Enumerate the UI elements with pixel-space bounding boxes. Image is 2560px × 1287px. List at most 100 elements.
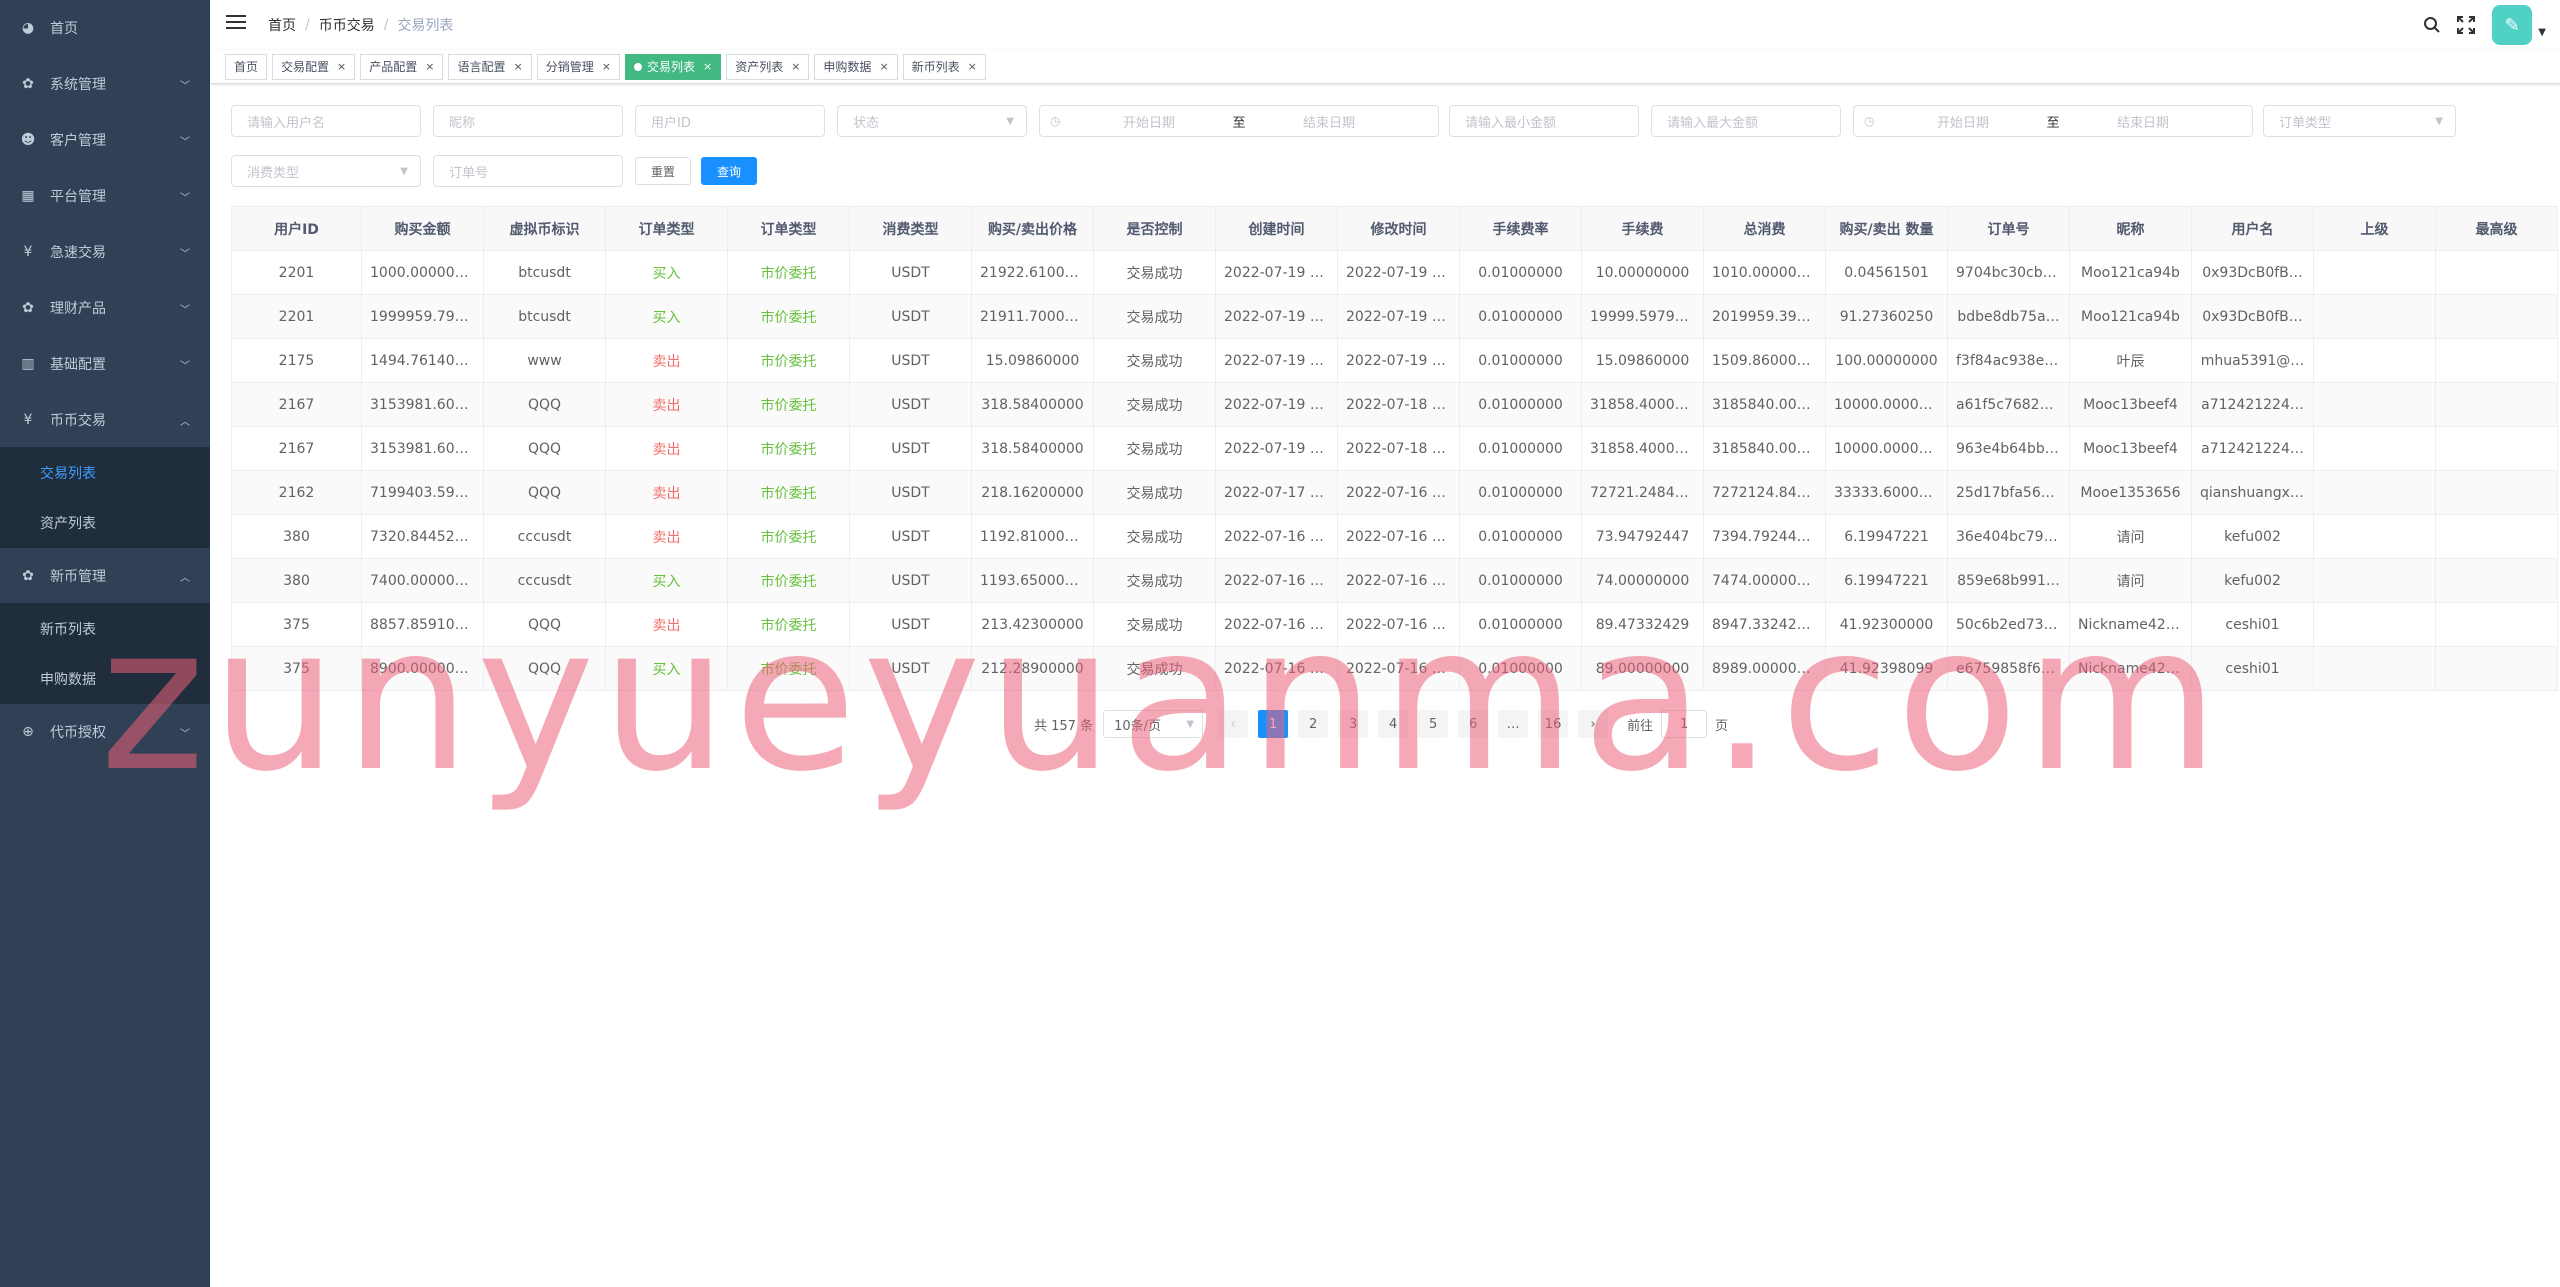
table-cell: 买入 xyxy=(605,646,728,691)
tag-3[interactable]: 语言配置 × xyxy=(448,54,532,80)
date-range-picker-2[interactable]: ◷ 开始日期 至 结束日期 xyxy=(1853,105,2253,137)
close-icon[interactable]: × xyxy=(337,55,346,79)
table-row[interactable]: 375 8857.85910471 QQQ 卖出 市价委托 USDT 213.4230000… xyxy=(231,602,2558,647)
table-row[interactable]: 2162 7199403.594… QQQ 卖出 市价委托 USDT 218.1620000… xyxy=(231,470,2558,515)
tag-8[interactable]: 新币列表 × xyxy=(902,54,986,80)
sidebar-item-3[interactable]: ▦ 平台管理 ﹀ xyxy=(0,168,210,224)
page-number-button[interactable]: 4 xyxy=(1378,710,1409,738)
table-row[interactable]: 380 7400.00000000 cccusdt 买入 市价委托 USDT 1193.65… xyxy=(231,558,2558,603)
table-cell: 2022-07-17 0… xyxy=(1215,470,1338,515)
tag-6[interactable]: 资产列表 × xyxy=(726,54,810,80)
tag-7[interactable]: 申购数据 × xyxy=(814,54,898,80)
search-button[interactable]: 查询 xyxy=(701,157,757,185)
avatar[interactable]: ✎ xyxy=(2492,5,2533,45)
chevron-up-icon: ︿ xyxy=(180,416,190,428)
submenu-item-new-coin-0[interactable]: 新币列表 xyxy=(0,604,210,654)
page-number-button[interactable]: 1 xyxy=(1258,710,1289,738)
submenu-item-coin-trade-0[interactable]: 交易列表 xyxy=(0,448,210,498)
submenu-item-coin-trade-1[interactable]: 资产列表 xyxy=(0,498,210,548)
hamburger-menu-icon[interactable] xyxy=(226,15,246,35)
sidebar-item-label: 基础配置 xyxy=(50,357,106,373)
table-row[interactable]: 375 8900.00000000 QQQ 买入 市价委托 USDT 212.2890000… xyxy=(231,646,2558,691)
table-cell: 0.01000000 xyxy=(1459,250,1582,295)
table-cell: 3185840.000… xyxy=(1703,426,1826,471)
search-icon[interactable] xyxy=(2420,13,2444,37)
page-size-select[interactable]: 10条/页 ▼ xyxy=(1103,710,1204,738)
page-number-button[interactable]: 2 xyxy=(1298,710,1329,738)
order-type-select[interactable]: 订单类型 ▼ xyxy=(2263,105,2456,137)
table-row[interactable]: 2167 3153981.600… QQQ 卖出 市价委托 USDT 318.5840000… xyxy=(231,382,2558,427)
close-icon[interactable]: × xyxy=(968,55,977,79)
table-cell: 0.01000000 xyxy=(1459,602,1582,647)
page-number-button[interactable]: 16 xyxy=(1538,710,1569,738)
tags-view: 首页 交易配置 × 产品配置 × 语言配置 × 分销管理 × 交易列表 × 资产列表 × 申购数据 × 新币列… xyxy=(210,50,2560,84)
sidebar-item-0[interactable]: ◕ 首页 xyxy=(0,0,210,56)
sidebar-item-5[interactable]: ✿ 理财产品 ﹀ xyxy=(0,280,210,336)
max-amount-input[interactable]: 请输入最大金额 xyxy=(1651,105,1841,137)
nickname-placeholder: 昵称 xyxy=(449,115,476,131)
table-cell xyxy=(2435,382,2558,427)
table-cell: 1193.65000000 xyxy=(971,558,1094,603)
close-icon[interactable]: × xyxy=(602,55,611,79)
userid-input[interactable]: 用户ID xyxy=(635,105,825,137)
prev-page-button[interactable]: ‹ xyxy=(1218,710,1249,738)
sidebar-item-4[interactable]: ¥ 急速交易 ﹀ xyxy=(0,224,210,280)
next-page-button[interactable]: › xyxy=(1578,710,1609,738)
breadcrumb-home[interactable]: 首页 xyxy=(268,15,296,35)
end-date[interactable]: 结束日期 xyxy=(2068,112,2218,131)
close-icon[interactable]: × xyxy=(514,55,523,79)
table-cell: 2162 xyxy=(231,470,362,515)
close-icon[interactable]: × xyxy=(879,55,888,79)
table-cell: 0.04561501 xyxy=(1825,250,1948,295)
min-amount-input[interactable]: 请输入最小金额 xyxy=(1449,105,1639,137)
table-cell: 50c6b2ed73f… xyxy=(1947,602,2070,647)
table-cell: Nickname4294 xyxy=(2069,646,2192,691)
consume-type-select[interactable]: 消费类型 ▼ xyxy=(231,155,421,187)
table-row[interactable]: 2175 1494.76140000 www 卖出 市价委托 USDT 15.0986000… xyxy=(231,338,2558,383)
chevron-down-icon[interactable]: ▼ xyxy=(2538,27,2546,38)
date-range-picker[interactable]: ◷ 开始日期 至 结束日期 xyxy=(1039,105,1439,137)
fullscreen-icon[interactable] xyxy=(2454,13,2478,37)
close-icon[interactable]: × xyxy=(425,55,434,79)
breadcrumb-current: 交易列表 xyxy=(397,18,454,34)
page-number-button[interactable]: 3 xyxy=(1338,710,1369,738)
goto-page-input[interactable]: 1 xyxy=(1661,710,1708,738)
table-row[interactable]: 2201 1000.00000000 btcusdt 买入 市价委托 USDT 21922.… xyxy=(231,250,2558,295)
sidebar-item-6[interactable]: ▥ 基础配置 ﹀ xyxy=(0,336,210,392)
sidebar-item-9[interactable]: ⊕ 代币授权 ﹀ xyxy=(0,704,210,760)
tag-4[interactable]: 分销管理 × xyxy=(536,54,620,80)
table-row[interactable]: 2201 1999959.796… btcusdt 买入 市价委托 USDT 21911.7… xyxy=(231,294,2558,339)
username-input[interactable]: 请输入用户名 xyxy=(231,105,421,137)
table-cell: 交易成功 xyxy=(1093,250,1216,295)
more-pages-icon[interactable]: … xyxy=(1498,710,1529,738)
tag-label: 新币列表 xyxy=(911,60,960,74)
page-number-button[interactable]: 5 xyxy=(1418,710,1449,738)
order-no-input[interactable]: 订单号 xyxy=(433,155,623,187)
tag-5[interactable]: 交易列表 × xyxy=(624,54,722,80)
close-icon[interactable]: × xyxy=(703,55,712,79)
table-row[interactable]: 2167 3153981.600… QQQ 卖出 市价委托 USDT 318.5840000… xyxy=(231,426,2558,471)
tag-2[interactable]: 产品配置 × xyxy=(360,54,444,80)
tag-0[interactable]: 首页 xyxy=(225,54,268,80)
end-date[interactable]: 结束日期 xyxy=(1254,112,1404,131)
tag-1[interactable]: 交易配置 × xyxy=(272,54,356,80)
breadcrumb-coin-trade[interactable]: 币币交易 xyxy=(319,15,375,35)
chevron-down-icon: ﹀ xyxy=(180,192,190,204)
table-row[interactable]: 380 7320.84452234 cccusdt 卖出 市价委托 USDT 1192.81… xyxy=(231,514,2558,559)
close-icon[interactable]: × xyxy=(791,55,800,79)
sidebar-item-1[interactable]: ✿ 系统管理 ﹀ xyxy=(0,56,210,112)
reset-button[interactable]: 重置 xyxy=(635,157,691,185)
page-number-button[interactable]: 6 xyxy=(1458,710,1489,738)
start-date[interactable]: 开始日期 xyxy=(1074,112,1224,131)
submenu-item-new-coin-1[interactable]: 申购数据 xyxy=(0,654,210,704)
sidebar-item-8[interactable]: ✿ 新币管理 ︿ xyxy=(0,548,210,604)
status-select[interactable]: 状态 ▼ xyxy=(837,105,1027,137)
sidebar-item-7[interactable]: ¥ 币币交易 ︿ xyxy=(0,392,210,448)
sidebar-item-2[interactable]: ☻ 客户管理 ﹀ xyxy=(0,112,210,168)
nickname-input[interactable]: 昵称 xyxy=(433,105,623,137)
table-cell: e6759858f6a… xyxy=(1947,646,2070,691)
book-icon: ▥ xyxy=(21,356,35,372)
start-date[interactable]: 开始日期 xyxy=(1888,112,2038,131)
table-cell: 10.00000000 xyxy=(1581,250,1704,295)
table-cell: 2022-07-16 1… xyxy=(1337,470,1460,515)
